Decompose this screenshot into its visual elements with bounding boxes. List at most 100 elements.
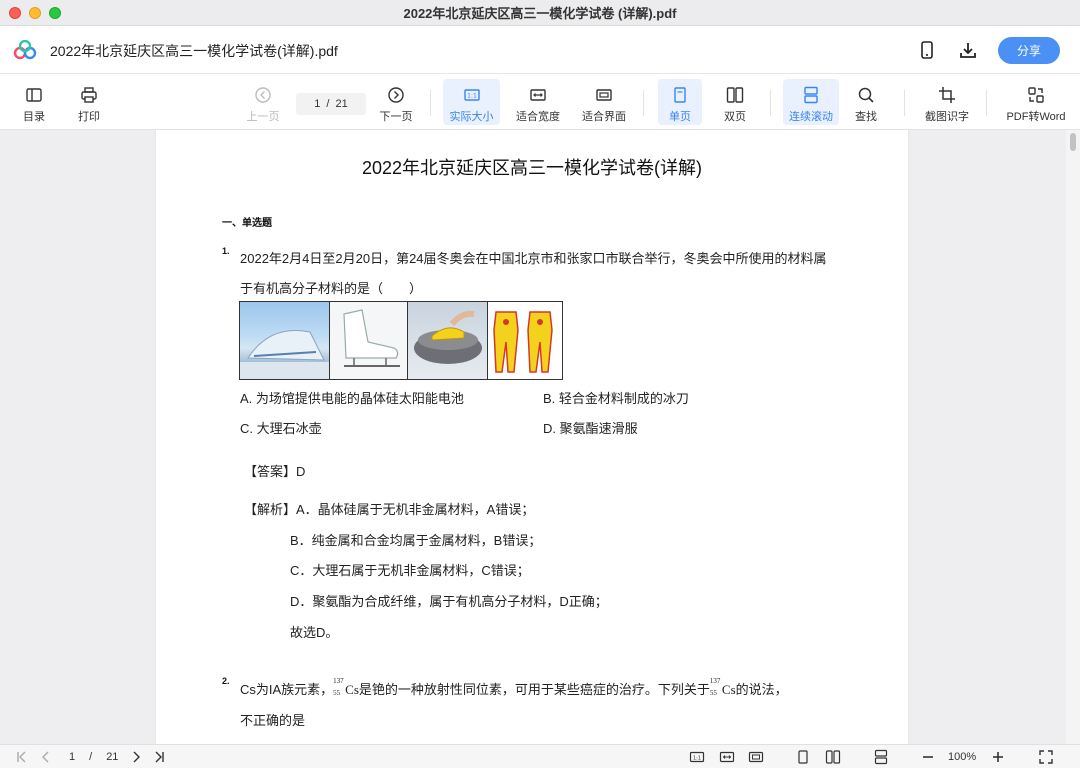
continuous-scroll-icon: [874, 749, 888, 765]
double-page-icon: [825, 750, 841, 764]
stadium-image: [240, 302, 330, 379]
explanation-line: D．聚氨酯为合成纤维，属于有机高分子材料，D正确；: [290, 594, 608, 609]
pdf-to-word-button[interactable]: PDF转Word: [1000, 79, 1072, 125]
page-separator: /: [326, 98, 330, 110]
fit-page-button[interactable]: 适合界面: [578, 79, 630, 125]
skip-first-icon: [17, 751, 26, 763]
actual-size-label: 实际大小: [449, 111, 494, 123]
curling-stone-image: [408, 302, 488, 379]
explanation-line: C．大理石属于无机非金属材料，C错误；: [290, 563, 530, 578]
prev-page-small-button[interactable]: [38, 749, 54, 765]
question-text: 于有机高分子材料的是（ ）: [240, 281, 423, 296]
share-button[interactable]: 分享: [998, 37, 1060, 64]
single-page-label: 单页: [669, 111, 691, 123]
single-page-icon: [674, 87, 686, 103]
question-text-part: Cs为IA族元素，: [240, 682, 334, 697]
print-label: 打印: [78, 111, 100, 123]
double-page-icon: [726, 87, 744, 103]
find-label: 查找: [855, 111, 877, 123]
page-heading: 2022年北京延庆区高三一模化学试卷(详解): [361, 158, 703, 178]
zoom-in-button[interactable]: [990, 749, 1006, 765]
continuous-scroll-label: 连续滚动: [789, 111, 833, 123]
zoom-level[interactable]: 100%: [948, 749, 976, 765]
document-title: 2022年北京延庆区高三一模化学试卷(详解).pdf: [50, 43, 338, 59]
explanation-line: B．纯金属和合金均属于金属材料，B错误；: [290, 533, 542, 548]
fit-page-icon: [748, 751, 764, 763]
printer-icon: [81, 87, 97, 103]
svg-text:1:1: 1:1: [693, 755, 701, 761]
double-page-button[interactable]: 双页: [714, 79, 756, 125]
download-icon[interactable]: [958, 40, 978, 60]
continuous-scroll-icon: [804, 86, 818, 104]
ocr-button[interactable]: 截图识字: [920, 79, 974, 125]
bottom-navigation-bar: 1 / 21 1:1 100%: [0, 744, 1080, 768]
toolbar-divider: [904, 90, 905, 116]
vertical-scrollbar[interactable]: [1066, 130, 1080, 744]
next-page-small-button[interactable]: [128, 749, 144, 765]
question-number: 2.: [222, 676, 230, 686]
ocr-label: 截图识字: [925, 111, 969, 123]
minus-icon: [923, 756, 933, 758]
question-text: 不正确的是: [240, 713, 306, 728]
option-c: C. 大理石冰壶: [240, 421, 322, 436]
actual-size-icon: 1:1: [463, 89, 480, 101]
question-text: 2022年2月4日至2月20日，第24届冬奥会在中国北京市和张家口市联合举行，冬…: [240, 251, 827, 266]
bottom-page-total: 21: [106, 751, 119, 763]
svg-text:1:1: 1:1: [467, 93, 477, 100]
last-page-button[interactable]: [151, 749, 167, 765]
question-text-part: 是铯的一种放射性同位素，可用于某些癌症的治疗。下列关于: [358, 682, 710, 697]
actual-size-icon: 1:1: [689, 751, 705, 763]
section-heading: 一、单选题: [222, 218, 272, 229]
chevron-left-icon: [42, 751, 49, 763]
fit-page-icon: [596, 89, 612, 101]
single-page-icon: [798, 750, 808, 764]
fit-width-icon: [719, 751, 735, 763]
window-controls: [9, 7, 61, 19]
fullscreen-button[interactable]: [1038, 749, 1054, 765]
crop-icon: [939, 87, 955, 103]
prev-page-button[interactable]: 上一页: [243, 79, 283, 125]
find-button[interactable]: 查找: [846, 79, 886, 125]
actual-size-button[interactable]: 1:1 实际大小: [443, 79, 500, 125]
fit-width-button[interactable]: 适合宽度: [512, 79, 564, 125]
maximize-window-button[interactable]: [49, 7, 61, 19]
minimize-window-button[interactable]: [29, 7, 41, 19]
page-number-field[interactable]: 1 / 21: [296, 93, 366, 115]
pdf-page: 2022年北京延庆区高三一模化学试卷(详解) 一、单选题 1. 2022年2月4…: [156, 130, 908, 744]
answer-line: 【答案】D: [244, 464, 306, 479]
continuous-scroll-button[interactable]: 连续滚动: [783, 79, 839, 125]
document-viewport[interactable]: 2022年北京延庆区高三一模化学试卷(详解) 一、单选题 1. 2022年2月4…: [0, 130, 1080, 744]
double-page-small-button[interactable]: [825, 749, 841, 765]
fit-page-label: 适合界面: [582, 111, 626, 123]
toc-label: 目录: [23, 111, 45, 123]
toolbar-divider: [770, 90, 771, 116]
fit-width-small-button[interactable]: [719, 749, 735, 765]
next-page-label: 下一页: [379, 111, 413, 123]
actual-size-small-button[interactable]: 1:1: [689, 749, 705, 765]
single-page-button[interactable]: 单页: [658, 79, 702, 125]
zoom-out-button[interactable]: [920, 749, 936, 765]
skip-last-icon: [155, 751, 164, 763]
mobile-phone-icon[interactable]: [917, 40, 937, 60]
continuous-scroll-small-button[interactable]: [873, 749, 889, 765]
page-indicator[interactable]: 1 / 21: [69, 749, 118, 765]
fit-width-icon: [530, 89, 546, 101]
option-d: D. 聚氨酯速滑服: [543, 421, 638, 436]
option-b: B. 轻合金材料制成的冰刀: [543, 391, 689, 406]
sidebar-icon: [26, 88, 42, 102]
first-page-button[interactable]: [14, 749, 30, 765]
chevron-left-circle-icon: [255, 87, 271, 103]
next-page-button[interactable]: 下一页: [376, 79, 416, 125]
scrollbar-thumb[interactable]: [1070, 133, 1076, 151]
toolbar: 目录 打印 上一页 1 / 21 下一页 1:1 实际大小 适合宽度 适合界面 …: [0, 74, 1080, 130]
window-title: 2022年北京延庆区高三一模化学试卷 (详解).pdf: [403, 6, 677, 21]
single-page-small-button[interactable]: [795, 749, 811, 765]
question-text-part: 的说法，: [735, 682, 788, 697]
close-window-button[interactable]: [9, 7, 21, 19]
fit-page-small-button[interactable]: [748, 749, 764, 765]
toc-button[interactable]: 目录: [14, 79, 54, 125]
pdf-to-word-label: PDF转Word: [1006, 111, 1066, 123]
page-total: 21: [335, 98, 348, 110]
toolbar-divider: [986, 90, 987, 116]
print-button[interactable]: 打印: [69, 79, 109, 125]
